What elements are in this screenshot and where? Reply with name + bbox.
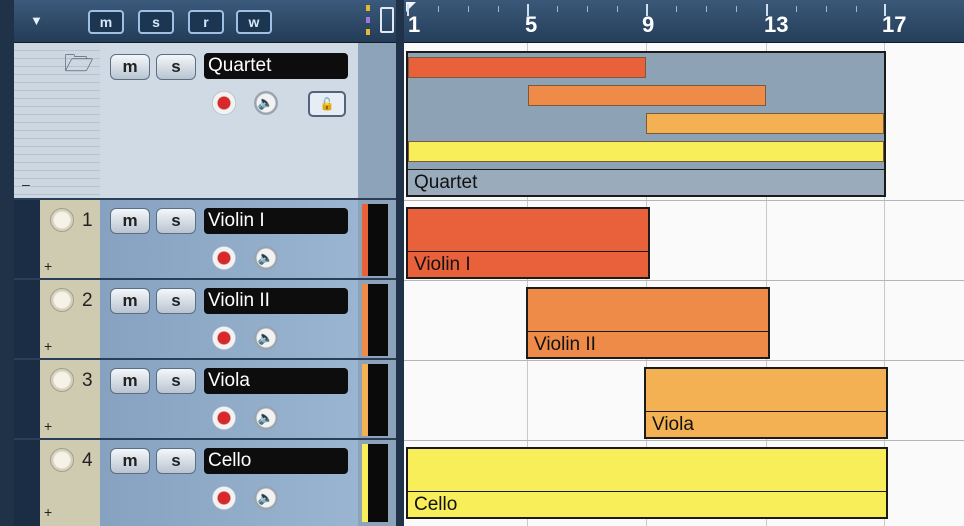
track-expand-toggle[interactable]: + [44,258,52,274]
track-name-field[interactable]: Violin II [204,288,348,314]
level-meter [368,284,388,356]
track-expand-toggle[interactable]: + [44,338,52,354]
part-violin-ii[interactable]: Violin II [526,287,770,359]
menu-arrow-icon[interactable]: ▼ [30,13,43,28]
global-mute-button[interactable]: m [88,10,124,34]
track-row[interactable]: 4 + m s Cello 🔈 [14,440,396,526]
folder-mini-part [528,85,766,106]
track-number: 4 [82,450,93,471]
knob-icon[interactable] [50,288,74,312]
solo-button[interactable]: s [156,448,196,474]
record-icon[interactable] [212,486,236,510]
bar-ruler[interactable]: 1 5 9 13 17 [404,0,964,43]
arrange-area[interactable]: Quartet Violin I Violin II Viola Cello [404,43,964,526]
knob-icon[interactable] [50,448,74,472]
speaker-icon[interactable]: 🔈 [254,406,278,430]
ruler-mark-13: 13 [764,12,789,37]
folder-name-field[interactable]: Quartet [204,53,348,79]
cubase-project-window: ▼ m s r w 1 5 9 13 17 🗁 – m s Quartet 🔈 [0,0,964,526]
mute-button[interactable]: m [110,368,150,394]
speaker-icon[interactable]: 🔈 [254,246,278,270]
ruler-mark-1: 1 [408,12,421,37]
track-name-field[interactable]: Viola [204,368,348,394]
record-icon[interactable] [212,326,236,350]
mute-button[interactable]: m [110,448,150,474]
ruler-mark-9: 9 [642,12,655,37]
part-label: Quartet [408,169,884,195]
folder-collapse-toggle[interactable]: – [22,176,30,192]
record-icon[interactable] [212,91,236,115]
part-label: Viola [646,411,886,437]
track-row[interactable]: 2 + m s Violin II 🔈 [14,280,396,360]
level-meter [368,444,388,522]
global-read-button[interactable]: r [188,10,224,34]
track-number: 1 [82,210,93,231]
window-icon[interactable] [380,7,394,33]
part-cello[interactable]: Cello [406,447,888,519]
solo-button[interactable]: s [156,208,196,234]
mute-button[interactable]: m [110,288,150,314]
mute-button[interactable]: m [110,208,150,234]
track-name-field[interactable]: Cello [204,448,348,474]
global-solo-button[interactable]: s [138,10,174,34]
ruler-mark-17: 17 [882,12,907,37]
lock-icon[interactable]: 🔓 [308,91,346,117]
speaker-icon[interactable]: 🔈 [254,326,278,350]
folder-mute-button[interactable]: m [110,54,150,80]
folder-track[interactable]: 🗁 – m s Quartet 🔈 🔓 [14,43,396,200]
track-list-header: ▼ m s r w [14,0,396,43]
global-write-button[interactable]: w [236,10,272,34]
folder-open-icon[interactable]: 🗁 [64,52,94,76]
part-label: Cello [408,491,886,517]
part-viola[interactable]: Viola [644,367,888,439]
folder-part[interactable]: Quartet [406,51,886,197]
track-number: 3 [82,370,93,391]
folder-mini-part [408,141,884,162]
track-row[interactable]: 3 + m s Viola 🔈 [14,360,396,440]
solo-button[interactable]: s [156,368,196,394]
solo-button[interactable]: s [156,288,196,314]
part-violin-i[interactable]: Violin I [406,207,650,279]
speaker-icon[interactable]: 🔈 [254,486,278,510]
record-icon[interactable] [212,406,236,430]
record-icon[interactable] [212,246,236,270]
folder-mini-part [408,57,646,78]
track-row[interactable]: 1 + m s Violin I 🔈 [14,200,396,280]
ruler-mark-5: 5 [525,12,538,37]
part-label: Violin II [528,331,768,357]
folder-solo-button[interactable]: s [156,54,196,80]
track-name-field[interactable]: Violin I [204,208,348,234]
track-number: 2 [82,290,93,311]
knob-icon[interactable] [50,368,74,392]
level-meter [368,364,388,436]
part-label: Violin I [408,251,648,277]
speaker-icon[interactable]: 🔈 [254,91,278,115]
track-expand-toggle[interactable]: + [44,504,52,520]
knob-icon[interactable] [50,208,74,232]
folder-mini-part [646,113,884,134]
track-color-handle[interactable] [366,5,370,35]
level-meter [368,204,388,276]
track-expand-toggle[interactable]: + [44,418,52,434]
